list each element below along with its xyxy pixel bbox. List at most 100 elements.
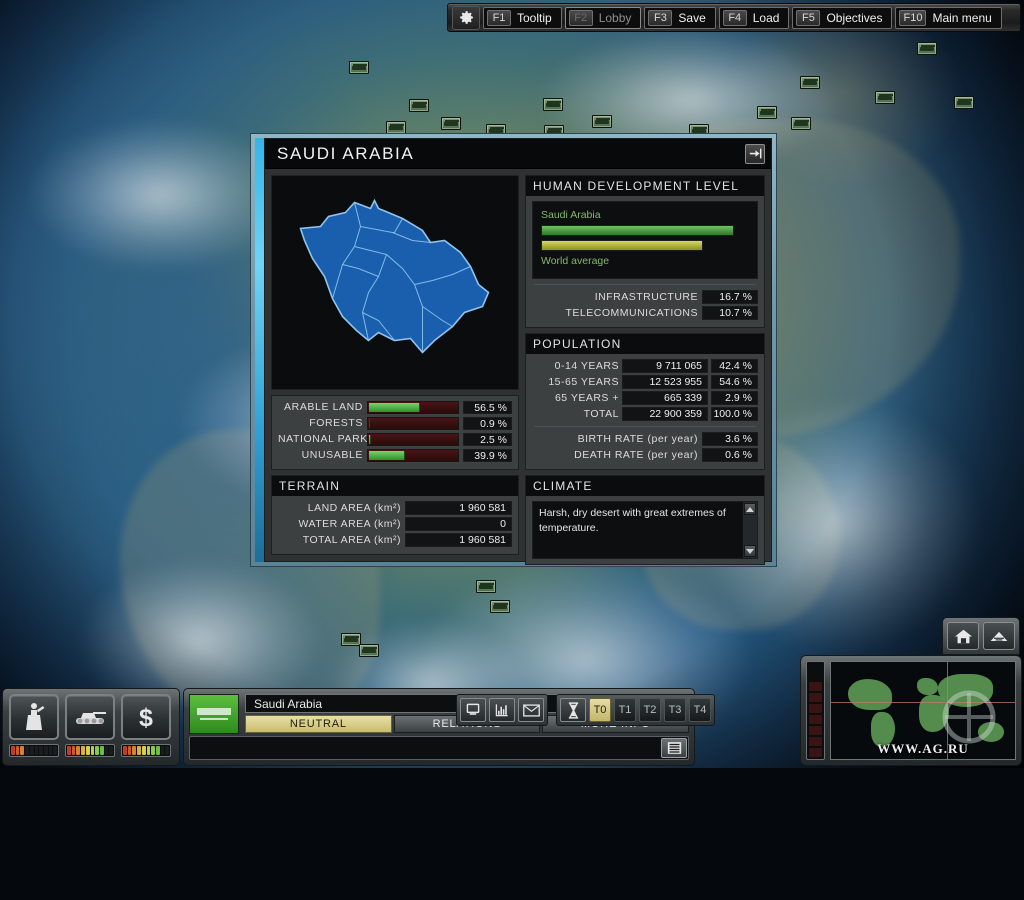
terrain-value: 1 960 581 [405, 533, 512, 547]
menu-item-label: Tooltip [517, 10, 552, 25]
computer-view-button[interactable] [460, 698, 486, 722]
land-use-row: ARABLE LAND 56.5 % [278, 400, 512, 414]
page-title: SAUDI ARABIA [277, 143, 415, 163]
message-log-button[interactable] [661, 738, 687, 758]
pause-button[interactable] [560, 698, 586, 722]
speed-button-t0[interactable]: T0 [589, 698, 611, 722]
population-number: 665 339 [622, 391, 708, 405]
menu-item-load[interactable]: F4 Load [718, 6, 790, 29]
unit-marker[interactable] [476, 580, 496, 593]
home-button[interactable] [947, 622, 979, 650]
land-use-row: NATIONAL PARKS 2.5 % [278, 432, 512, 446]
speed-button-t1[interactable]: T1 [614, 698, 636, 722]
zoom-slider-segment[interactable] [809, 715, 822, 724]
scroll-up-button[interactable] [744, 503, 756, 515]
menu-item-save[interactable]: F3 Save [644, 6, 716, 29]
unit-marker[interactable] [490, 600, 510, 613]
hdl-stat-label: INFRASTRUCTURE [594, 291, 698, 303]
scroll-down-button[interactable] [744, 545, 756, 557]
divider [534, 426, 756, 427]
menu-item-label: Save [678, 10, 706, 25]
zoom-slider-segment[interactable] [809, 704, 822, 713]
tab-neutral[interactable]: NEUTRAL [245, 715, 392, 733]
meter-segment [81, 746, 85, 755]
hdl-world-label: World average [541, 255, 610, 267]
meter-segment [141, 746, 146, 755]
zoom-slider-segment[interactable] [809, 682, 822, 691]
meter-segment [109, 746, 114, 755]
meter-segment [155, 746, 160, 755]
meter-segment [165, 746, 170, 755]
zoom-slider-segment[interactable] [809, 737, 822, 746]
zoom-slider-segment[interactable] [809, 693, 822, 702]
menu-item-objectives[interactable]: F5 Objectives [792, 6, 893, 29]
unit-marker[interactable] [917, 42, 937, 55]
speed-button-t3[interactable]: T3 [664, 698, 686, 722]
menu-item-key: F1 [487, 9, 511, 26]
politician-podium-icon [26, 703, 45, 730]
panel-accent-bar [255, 138, 264, 562]
unit-marker[interactable] [791, 117, 811, 130]
zoom-slider-segment[interactable] [809, 748, 822, 757]
svg-text:$: $ [139, 704, 153, 732]
chevron-up-icon [746, 506, 754, 512]
population-percent: 2.9 % [711, 391, 758, 405]
menu-item-label: Lobby [598, 10, 632, 25]
politics-button[interactable] [9, 694, 59, 740]
population-rate-row: DEATH RATE (per year) 0.6 % [532, 448, 758, 462]
zoom-slider[interactable] [806, 661, 825, 760]
climate-description: Harsh, dry desert with great extremes of… [539, 507, 726, 535]
category-buttons: $ [9, 694, 173, 740]
unit-marker[interactable] [349, 61, 369, 74]
view-and-speed-controls: T0 T1 T2 T3 T4 [456, 694, 715, 726]
terrain-row: TOTAL AREA (km²) 1 960 581 [278, 533, 512, 547]
hdl-title: HUMAN DEVELOPMENT LEVEL [526, 176, 764, 196]
land-use-value: 2.5 % [463, 432, 512, 446]
meter-segment [34, 746, 39, 755]
unit-marker[interactable] [592, 115, 612, 128]
unit-marker[interactable] [359, 644, 379, 657]
terrain-title: TERRAIN [272, 476, 518, 496]
meter-segment [160, 746, 165, 755]
speed-buttons: T0 T1 T2 T3 T4 [589, 698, 711, 722]
unit-marker[interactable] [757, 106, 777, 119]
messages-button[interactable] [518, 698, 544, 722]
meter-segment [71, 746, 76, 755]
population-title: POPULATION [526, 334, 764, 354]
land-use-label: FORESTS [309, 417, 363, 429]
tank-icon [76, 712, 106, 724]
land-use-value: 56.5 % [463, 400, 512, 414]
land-use-section: ARABLE LAND 56.5 % FORESTS 0.9 % NATIONAL PA… [271, 395, 519, 470]
message-bar[interactable] [189, 736, 689, 760]
menu-item-lobby[interactable]: F2 Lobby [564, 6, 642, 29]
country-map[interactable] [271, 175, 519, 390]
speed-button-t2[interactable]: T2 [639, 698, 661, 722]
view-buttons-group [456, 694, 548, 726]
unit-marker[interactable] [543, 98, 563, 111]
statistics-button[interactable] [489, 698, 515, 722]
minimap-buttons [942, 617, 1020, 655]
hdl-stat-row: INFRASTRUCTURE 16.7 % [532, 290, 758, 304]
unit-marker[interactable] [875, 91, 895, 104]
meter-segment [53, 746, 58, 755]
unit-marker[interactable] [800, 76, 820, 89]
collapse-panel-button[interactable] [745, 143, 765, 164]
menu-item-main-menu[interactable]: F10 Main menu [895, 6, 1002, 29]
population-percent: 54.6 % [711, 375, 758, 389]
zoom-slider-segment[interactable] [809, 726, 822, 735]
population-rate-value: 0.6 % [702, 448, 758, 462]
structures-button[interactable] [983, 622, 1015, 650]
terrain-section: TERRAIN LAND AREA (km²) 1 960 581 WATER AR… [271, 475, 519, 555]
climate-scrollbar[interactable] [742, 502, 757, 558]
speed-button-t4[interactable]: T4 [689, 698, 711, 722]
unit-marker[interactable] [409, 99, 429, 112]
population-row: TOTAL 22 900 359 100.0 % [532, 407, 758, 421]
unit-marker[interactable] [341, 633, 361, 646]
settings-gear-button[interactable] [452, 5, 480, 30]
menu-item-tooltip[interactable]: F1 Tooltip [483, 6, 562, 29]
unit-marker[interactable] [954, 96, 974, 109]
economy-button[interactable]: $ [121, 694, 171, 740]
military-button[interactable] [65, 694, 115, 740]
unit-marker[interactable] [441, 117, 461, 130]
world-minimap[interactable]: WWW.AG.RU [830, 661, 1016, 760]
